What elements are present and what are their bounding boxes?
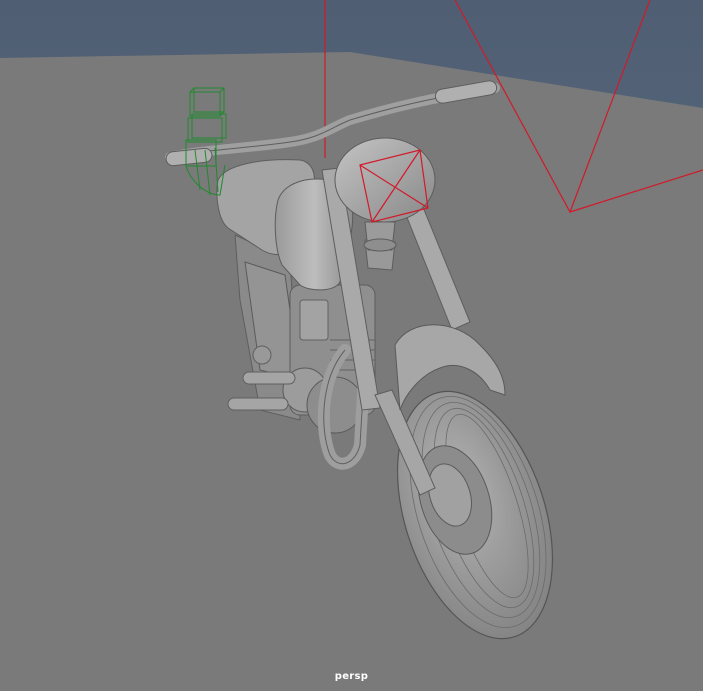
camera-name-label: persp: [334, 671, 369, 682]
perspective-viewport[interactable]: persp: [0, 0, 703, 691]
viewport-scene[interactable]: [0, 0, 703, 691]
